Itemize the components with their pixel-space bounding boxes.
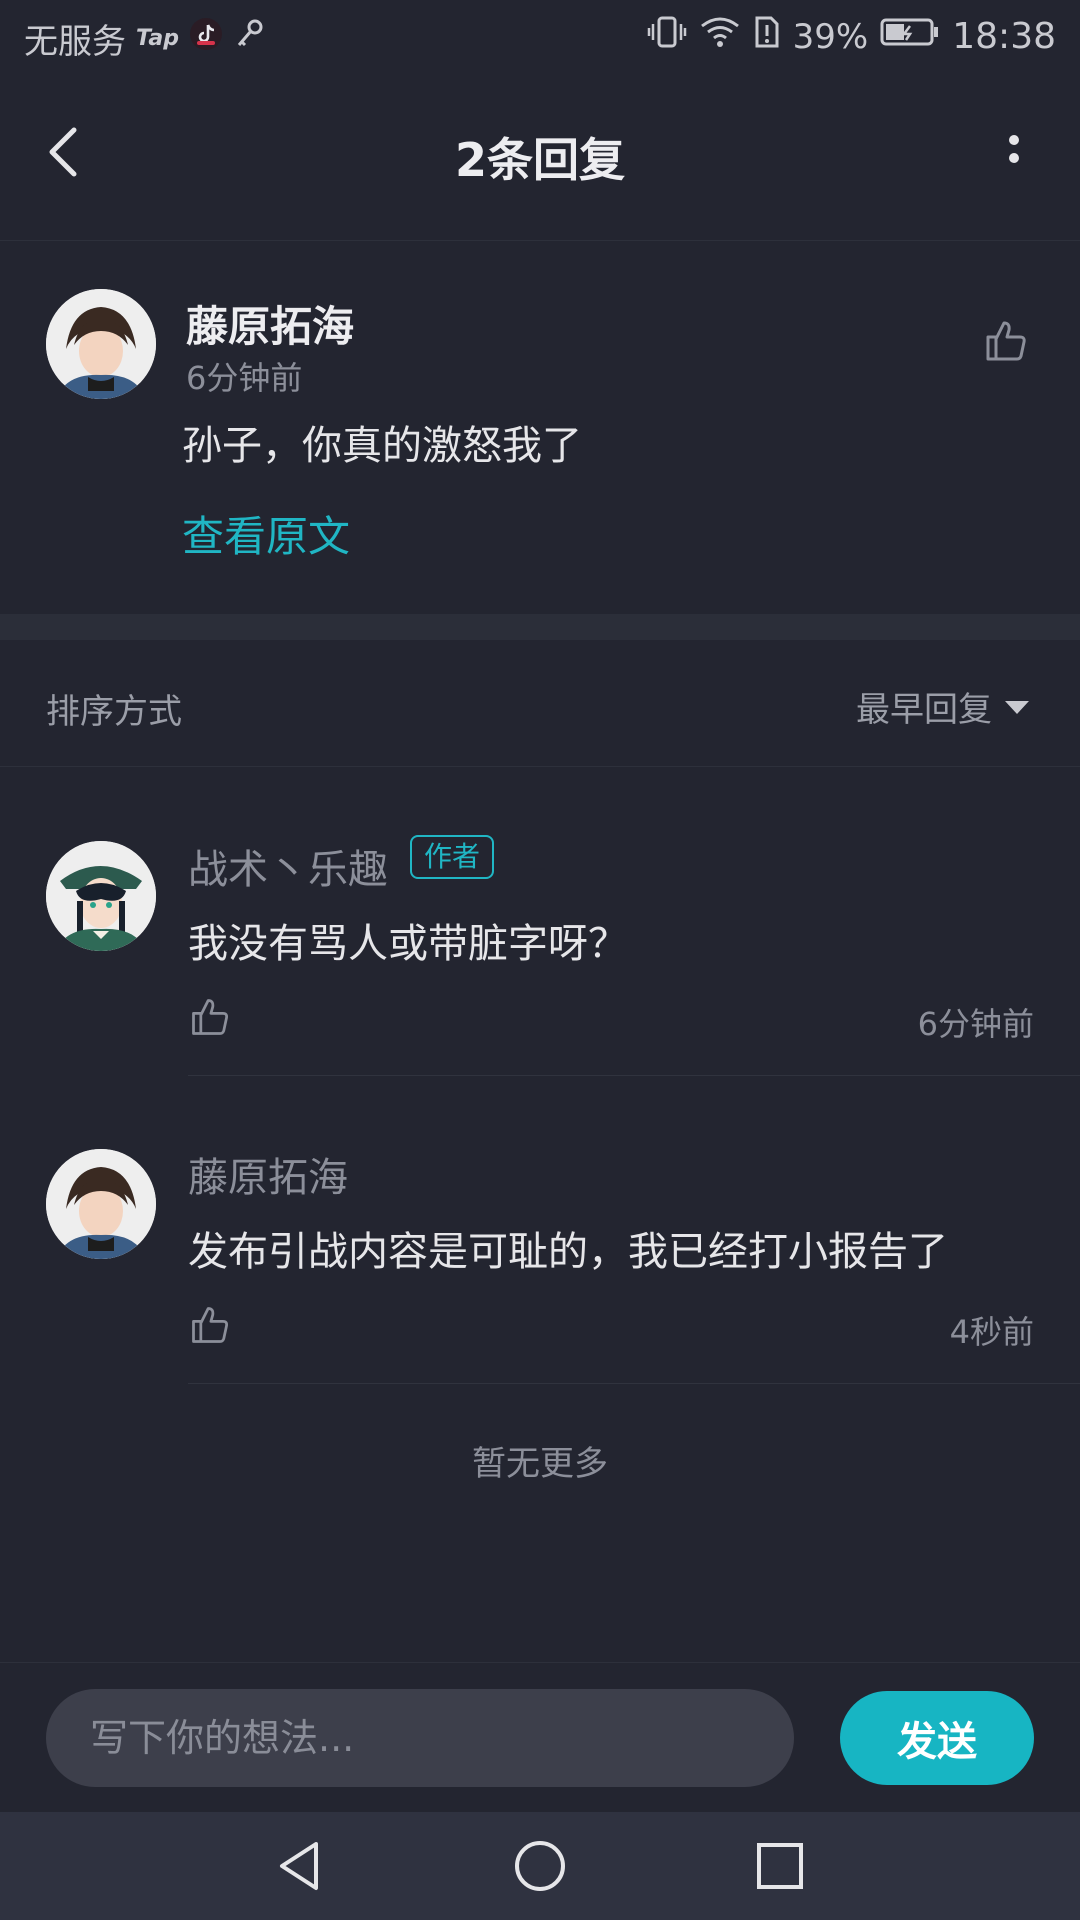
reply-text: 我没有骂人或带脏字呀？ — [188, 921, 628, 967]
thumbs-up-icon — [986, 321, 1026, 361]
sort-bar: 排序方式 最早回复 — [0, 640, 1080, 767]
no-more-text: 暂无更多 — [472, 1444, 608, 1484]
reply-item: 藤原拓海 发布引战内容是可耻的，我已经打小报告了 4秒前 — [0, 1077, 1080, 1387]
reply-text: 发布引战内容是可耻的，我已经打小报告了 — [188, 1229, 948, 1275]
battery-percent: 39% — [792, 16, 869, 57]
reply-author[interactable]: 战术丶乐趣 — [188, 837, 388, 895]
square-recents-icon — [757, 1843, 803, 1889]
triangle-back-icon — [280, 1842, 318, 1890]
status-right: 39% 18:38 — [647, 14, 1056, 59]
avatar[interactable] — [46, 1149, 156, 1259]
caret-down-icon — [1005, 700, 1029, 714]
section-divider — [0, 614, 1080, 640]
avatar-image — [46, 289, 156, 399]
reply-time: 4秒前 — [949, 1313, 1034, 1351]
clock: 18:38 — [952, 16, 1056, 57]
battery-icon — [880, 16, 940, 57]
more-vertical-icon — [1009, 135, 1019, 163]
avatar-image — [46, 841, 156, 951]
reply-item: 战术丶乐趣 作者 我没有骂人或带脏字呀？ 6分钟前 — [0, 767, 1080, 1077]
author-badge: 作者 — [410, 835, 495, 879]
like-button[interactable] — [982, 317, 1030, 365]
comment-text: 孙子，你真的激怒我了 — [182, 423, 582, 469]
thumbs-up-icon — [192, 999, 229, 1035]
vibrate-icon — [647, 14, 687, 59]
tiktok-icon — [189, 17, 223, 60]
sort-dropdown[interactable]: 最早回复 — [856, 682, 1030, 731]
view-original-link[interactable]: 查看原文 — [182, 503, 350, 564]
circle-home-icon — [515, 1841, 565, 1891]
reply-divider — [188, 1383, 1080, 1384]
avatar[interactable] — [46, 289, 156, 399]
page-title: 2条回复 — [454, 133, 625, 187]
comment-time: 6分钟前 — [186, 359, 303, 397]
like-button[interactable] — [188, 1303, 232, 1347]
reply-time: 6分钟前 — [917, 1005, 1034, 1043]
more-options-button[interactable] — [984, 124, 1044, 184]
reply-composer: 发送 — [0, 1662, 1080, 1813]
send-button[interactable]: 发送 — [840, 1691, 1034, 1785]
carrier-text: 无服务 — [24, 22, 126, 62]
tap-app-icon: Tap — [136, 26, 179, 51]
nav-home-button[interactable] — [510, 1836, 570, 1896]
parent-comment: 藤原拓海 6分钟前 孙子，你真的激怒我了 查看原文 — [0, 241, 1080, 614]
reply-divider — [188, 1075, 1080, 1076]
avatar-image — [46, 1149, 156, 1259]
alert-sim-icon — [753, 14, 781, 59]
thumbs-up-icon — [192, 1307, 229, 1343]
nav-recents-button[interactable] — [750, 1836, 810, 1896]
key-icon — [233, 17, 267, 60]
like-button[interactable] — [188, 995, 232, 1039]
sort-selected-value: 最早回复 — [856, 690, 992, 730]
avatar[interactable] — [46, 841, 156, 951]
reply-author[interactable]: 藤原拓海 — [188, 1145, 348, 1203]
top-app-bar: 2条回复 — [0, 76, 1080, 241]
wifi-icon — [699, 14, 741, 59]
comment-author[interactable]: 藤原拓海 — [186, 293, 354, 354]
reply-input[interactable] — [46, 1689, 794, 1787]
system-nav-bar — [0, 1812, 1080, 1920]
status-bar: 无服务 Tap 39% 18:38 — [0, 0, 1080, 76]
status-left: 无服务 Tap — [24, 14, 267, 63]
sort-label: 排序方式 — [46, 692, 182, 732]
nav-back-button[interactable] — [270, 1836, 330, 1896]
